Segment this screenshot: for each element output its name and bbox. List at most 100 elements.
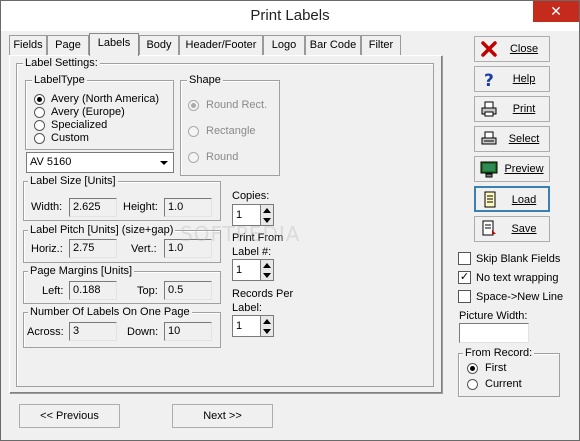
records-per-label-2: Label: [232, 302, 262, 314]
width-label: Width: [31, 201, 63, 213]
help-button-label: Help [512, 73, 536, 85]
label-template-combo[interactable]: AV 5160 [26, 152, 174, 173]
print-from-label-2: Label #: [232, 246, 272, 258]
copies-label: Copies: [232, 190, 270, 202]
preview-button[interactable]: Preview [474, 156, 550, 182]
tab-labels[interactable]: Labels [89, 33, 139, 56]
label-round: Round [206, 151, 239, 163]
label-custom: Custom [51, 132, 89, 144]
print-button-label: Print [512, 103, 536, 115]
preview-button-label: Preview [504, 163, 544, 175]
label-current: Current [485, 378, 522, 390]
left-margin-label: Left: [42, 285, 64, 297]
down-label: Down: [127, 326, 159, 338]
print-labels-window: Print Labels ✕ Fields Page Labels Body H… [0, 0, 580, 441]
spin-down-icon[interactable] [263, 329, 271, 334]
tab-fields[interactable]: Fields [9, 35, 47, 55]
skip-blank-checkbox[interactable] [458, 252, 471, 265]
page-margins-legend: Page Margins [Units] [28, 265, 135, 277]
radio-avery-europe[interactable] [34, 107, 45, 118]
load-button-label: Load [511, 194, 537, 206]
tab-bar-code[interactable]: Bar Code [305, 35, 361, 55]
picture-width-label: Picture Width: [459, 310, 528, 322]
printer-setup-icon [481, 131, 497, 145]
save-file-icon [482, 220, 496, 236]
radio-avery-na[interactable] [34, 94, 45, 105]
down-field[interactable]: 10 [164, 322, 212, 341]
radio-specialized[interactable] [34, 120, 45, 131]
top-margin-field[interactable]: 0.5 [164, 281, 212, 300]
width-field[interactable]: 2.625 [69, 198, 117, 217]
records-per-label-1: Records Per [232, 288, 294, 300]
title-bar: Print Labels ✕ [1, 1, 579, 31]
labels-tab-panel: Label Settings: LabelType Avery (North A… [9, 55, 443, 394]
no-wrap-checkbox[interactable]: ✓ [458, 271, 471, 284]
next-button[interactable]: Next >> [172, 404, 273, 428]
help-button[interactable]: ? Help [474, 66, 550, 92]
save-button-label: Save [511, 223, 537, 235]
close-x-icon [481, 41, 497, 57]
label-avery-europe: Avery (Europe) [51, 106, 125, 118]
window-title: Print Labels [250, 7, 330, 24]
print-from-arrows[interactable] [260, 259, 274, 281]
svg-text:?: ? [484, 71, 494, 88]
label-size-legend: Label Size [Units] [28, 175, 118, 187]
left-margin-field[interactable]: 0.188 [69, 281, 117, 300]
chevron-down-icon[interactable] [156, 154, 172, 171]
radio-custom[interactable] [34, 133, 45, 144]
from-record-legend: From Record: [463, 347, 535, 359]
tab-body[interactable]: Body [139, 35, 179, 55]
label-specialized: Specialized [51, 119, 108, 131]
tab-logo[interactable]: Logo [263, 35, 305, 55]
select-button-label: Select [508, 133, 540, 145]
spin-down-icon[interactable] [263, 273, 271, 278]
horiz-field[interactable]: 2.75 [69, 239, 117, 258]
records-per-value[interactable]: 1 [232, 315, 260, 337]
across-field[interactable]: 3 [69, 322, 117, 341]
records-per-arrows[interactable] [260, 315, 274, 337]
watermark: SOFTPEDIA [180, 222, 301, 246]
load-button[interactable]: Load [474, 186, 550, 212]
height-field[interactable]: 1.0 [164, 198, 212, 217]
print-button[interactable]: Print [474, 96, 550, 122]
across-label: Across: [27, 326, 64, 338]
radio-rectangle[interactable] [188, 126, 199, 137]
tab-filter[interactable]: Filter [361, 35, 401, 55]
previous-button[interactable]: << Previous [19, 404, 120, 428]
label-rectangle: Rectangle [206, 125, 256, 137]
picture-width-field[interactable] [459, 323, 529, 343]
label-template-value: AV 5160 [30, 156, 72, 168]
load-file-icon [484, 191, 496, 208]
window-close-button[interactable]: ✕ [533, 1, 579, 22]
label-avery-na: Avery (North America) [51, 93, 159, 105]
space-newline-label: Space->New Line [476, 291, 564, 303]
select-printer-button[interactable]: Select [474, 126, 550, 152]
skip-blank-label: Skip Blank Fields [476, 253, 561, 265]
help-question-icon: ? [484, 71, 494, 88]
label-settings-legend: Label Settings: [23, 57, 100, 69]
labels-per-page-legend: Number Of Labels On One Page [28, 306, 192, 318]
horiz-label: Horiz.: [31, 243, 63, 255]
no-wrap-label: No text wrapping [476, 272, 559, 284]
spin-up-icon[interactable] [263, 208, 271, 213]
radio-first[interactable] [467, 363, 478, 374]
vert-label: Vert.: [131, 243, 157, 255]
top-margin-label: Top: [137, 285, 158, 297]
radio-current[interactable] [467, 379, 478, 390]
printer-icon [481, 101, 497, 117]
monitor-icon [480, 161, 498, 178]
print-from-value[interactable]: 1 [232, 259, 260, 281]
spin-up-icon[interactable] [263, 263, 271, 268]
close-button[interactable]: Close [474, 36, 550, 62]
label-pitch-legend: Label Pitch [Units] (size+gap) [28, 224, 176, 236]
spin-up-icon[interactable] [263, 319, 271, 324]
label-round-rect: Round Rect. [206, 99, 268, 111]
save-button[interactable]: Save [474, 216, 550, 242]
tab-page[interactable]: Page [47, 35, 89, 55]
radio-round[interactable] [188, 152, 199, 163]
tab-header-footer[interactable]: Header/Footer [179, 35, 263, 55]
space-newline-checkbox[interactable] [458, 290, 471, 303]
shape-legend: Shape [187, 74, 223, 86]
close-button-label: Close [509, 43, 539, 55]
radio-round-rect[interactable] [188, 100, 199, 111]
